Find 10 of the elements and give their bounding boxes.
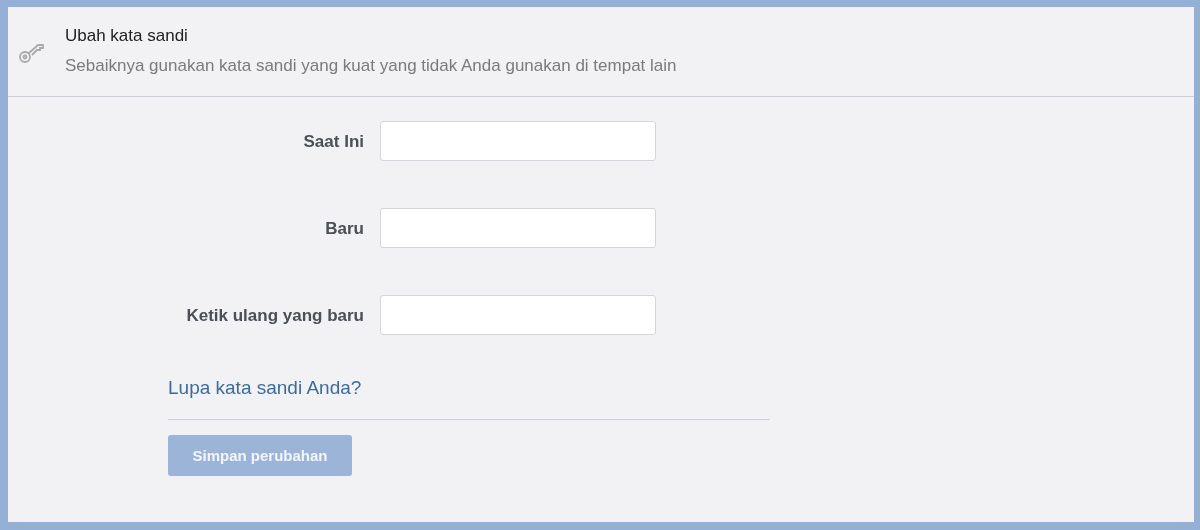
field-label: Ketik ulang yang baru bbox=[185, 305, 364, 327]
key-icon bbox=[18, 41, 46, 65]
password-field[interactable] bbox=[380, 121, 656, 161]
field-label: Saat Ini bbox=[302, 131, 364, 153]
password-field[interactable] bbox=[380, 208, 656, 248]
field-label: Baru bbox=[324, 218, 364, 240]
password-field[interactable] bbox=[380, 295, 656, 335]
section-description: Sebaiknya gunakan kata sandi yang kuat yang tidak Anda gunakan di tempat lain bbox=[65, 55, 677, 77]
section-title: Ubah kata sandi bbox=[65, 25, 189, 47]
forgot-password-link[interactable]: Lupa kata sandi Anda? bbox=[168, 377, 362, 398]
